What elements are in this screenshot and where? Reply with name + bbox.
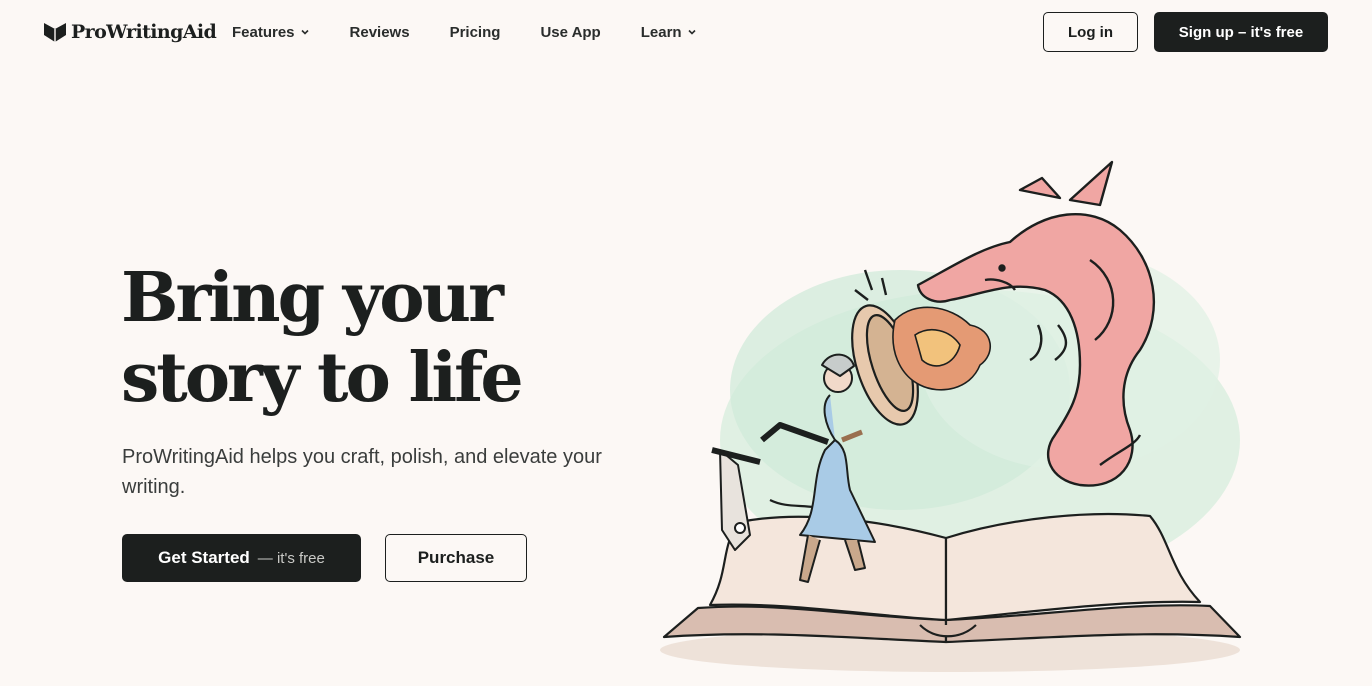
chevron-down-icon	[300, 29, 309, 35]
nav-features[interactable]: Features	[232, 24, 310, 41]
nav-learn-label: Learn	[640, 23, 682, 41]
get-started-sublabel: — it's free	[257, 549, 325, 567]
hero-title-line-2: story to life	[121, 338, 524, 418]
purchase-button[interactable]: Purchase	[385, 534, 527, 582]
nav-reviews-label: Reviews	[349, 23, 410, 41]
hero-title: Bring your story to life	[121, 258, 641, 418]
nav-use-app[interactable]: Use App	[540, 24, 600, 41]
main-nav: Features Reviews Pricing Use App Learn	[232, 22, 697, 42]
nav-reviews[interactable]: Reviews	[350, 24, 410, 41]
signup-button[interactable]: Sign up – it's free	[1154, 12, 1328, 52]
logo[interactable]: ProWritingAid	[43, 20, 217, 44]
nav-learn[interactable]: Learn	[641, 24, 697, 41]
logo-text: ProWritingAid	[71, 21, 217, 43]
nav-pricing-label: Pricing	[449, 23, 501, 41]
prowritingaid-logo-icon	[44, 23, 66, 42]
nav-pricing[interactable]: Pricing	[450, 24, 501, 41]
nav-features-label: Features	[232, 23, 295, 41]
hero-subtitle: ProWritingAid helps you craft, polish, a…	[122, 446, 602, 498]
get-started-label: Get Started	[158, 548, 250, 567]
chevron-down-icon	[688, 29, 696, 35]
get-started-button[interactable]: Get Started — it's free	[122, 534, 361, 582]
hero-title-line-1: Bring your	[121, 258, 504, 338]
nav-use-app-label: Use App	[540, 23, 601, 41]
login-button[interactable]: Log in	[1043, 12, 1138, 52]
site-header: ProWritingAid Features Reviews Pricing U…	[0, 0, 1372, 64]
hero-illustration	[660, 160, 1242, 672]
